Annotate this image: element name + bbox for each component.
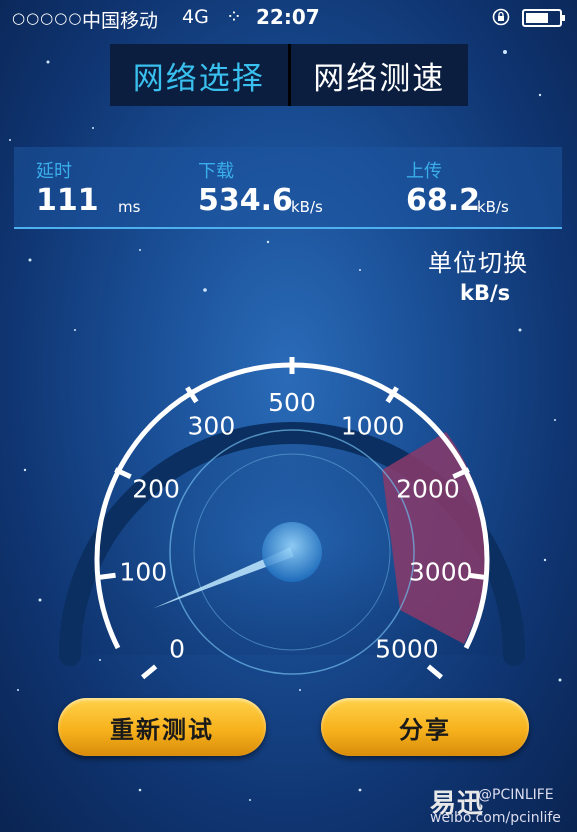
gauge-hub <box>262 522 322 582</box>
gauge-tick <box>98 572 116 580</box>
gauge-tick <box>141 664 158 680</box>
watermark-url: weibo.com/pcinlife <box>430 810 561 826</box>
gauge-tick-label: 100 <box>119 558 167 587</box>
watermark-tag: @PCINLIFE <box>478 787 554 803</box>
share-button[interactable]: 分享 <box>321 698 529 756</box>
gauge-tick-label: 3000 <box>409 558 473 587</box>
gauge-tick-label: 500 <box>268 388 316 417</box>
gauge-tick-label: 300 <box>188 411 236 440</box>
gauge-tick-label: 200 <box>132 475 180 504</box>
gauge-tick <box>426 664 443 680</box>
gauge-tick-label: 5000 <box>375 634 439 663</box>
retest-button[interactable]: 重新测试 <box>58 698 266 756</box>
gauge-tick-label: 0 <box>169 634 185 663</box>
gauge-tick-label: 1000 <box>341 411 405 440</box>
gauge-tick-label: 2000 <box>396 475 460 504</box>
